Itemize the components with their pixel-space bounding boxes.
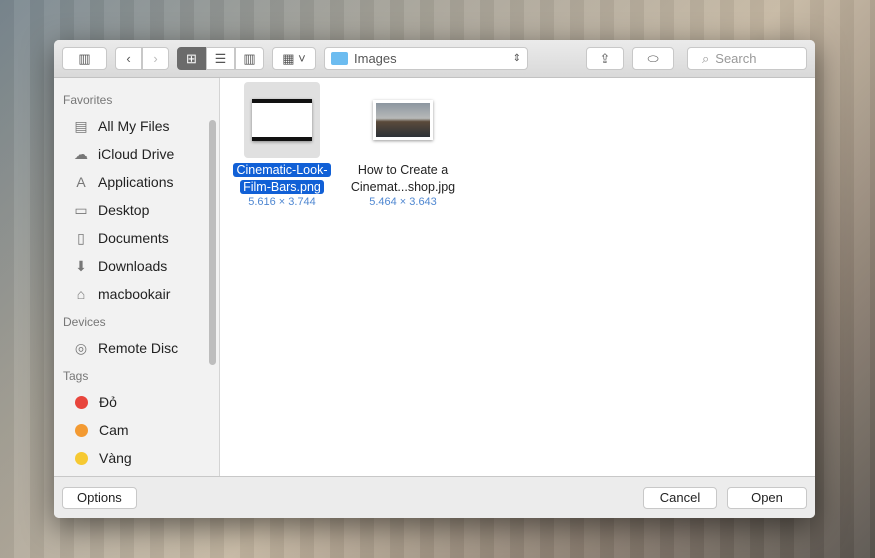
sidebar: Favorites ▤ All My Files ☁ iCloud Drive A App… [54,78,220,476]
search-field[interactable]: ⌕ Search [687,47,807,70]
sidebar-item-label: Applications [98,174,174,190]
sidebar-item-label: Desktop [98,202,150,218]
cancel-button[interactable]: Cancel [643,486,717,509]
sidebar-icon: ▥ [78,50,91,66]
file-item[interactable]: Cinematic-Look- Film-Bars.png 5.616 × 3.7… [223,82,341,208]
toolbar: ▥ ‹ › ⊞ ☰ ▥ ▦ ˅ Images ⇕ ⇪ ⬭ ⌕ Search [54,40,815,78]
open-file-dialog: ▥ ‹ › ⊞ ☰ ▥ ▦ ˅ Images ⇕ ⇪ ⬭ ⌕ Search Fav… [54,40,815,518]
sidebar-item-icon: ▤ [74,117,88,134]
file-item[interactable]: How to Create a Cinemat...shop.jpg 5.464 … [344,82,462,208]
list-view-button[interactable]: ☰ [206,47,235,70]
devices-header: Devices [63,315,106,329]
tag-button[interactable]: ⬭ [632,47,674,70]
sidebar-item-label: Vàng [99,450,132,466]
sidebar-item-icloud-drive[interactable]: ☁ iCloud Drive [54,140,219,168]
sidebar-item-desktop[interactable]: ▭ Desktop [54,196,219,224]
options-button[interactable]: Options [62,486,137,509]
sidebar-item-label: Remote Disc [98,340,179,356]
tags-header: Tags [63,369,89,383]
updown-chevron-icon: ⇕ [512,53,521,64]
view-mode-segment: ⊞ ☰ ▥ [177,47,264,70]
sidebar-item-label: macbookair [98,286,171,302]
sidebar-item-icon: ⬇ [75,257,87,274]
sidebar-item-label: Đỏ [99,394,117,410]
search-icon: ⌕ [702,50,710,66]
dialog-footer: Options Cancel Open [54,476,815,518]
file-name-line1: Cinematic-Look- [233,163,331,177]
sidebar-item-label: All My Files [98,118,170,134]
grid-icon: ⊞ [186,50,197,66]
sidebar-scrollbar[interactable] [209,120,216,365]
file-dimensions: 5.464 × 3.643 [369,196,437,208]
sidebar-item-all-my-files[interactable]: ▤ All My Files [54,112,219,140]
sidebar-item-icon: A [76,174,86,190]
sidebar-item-remote-disc[interactable]: ◎ Remote Disc [54,334,219,362]
folder-icon [331,52,348,65]
chevron-left-icon: ‹ [126,51,131,66]
sidebar-item-documents[interactable]: ▯ Documents [54,224,219,252]
share-icon: ⇪ [599,50,611,66]
tag-color-dot-icon [75,451,88,465]
icon-view-button[interactable]: ⊞ [177,47,206,70]
sidebar-item-cam[interactable]: Cam [54,416,219,444]
tag-icon: ⬭ [647,50,659,66]
sidebar-toggle-button[interactable]: ▥ [62,47,107,70]
nav-buttons: ‹ › [115,47,169,70]
sidebar-item-đỏ[interactable]: Đỏ [54,388,219,416]
sidebar-item-label: Cam [99,422,129,438]
file-browser: Cinematic-Look- Film-Bars.png 5.616 × 3.7… [220,78,815,476]
arrange-grid-icon: ▦ ˅ [282,50,306,66]
sidebar-item-label: iCloud Drive [98,146,175,162]
file-dimensions: 5.616 × 3.744 [248,196,316,208]
tag-color-dot-icon [75,395,88,409]
share-button[interactable]: ⇪ [586,47,624,70]
tag-color-dot-icon [75,423,88,437]
sidebar-item-icon: ▯ [77,229,85,246]
sidebar-item-icon: ▭ [74,201,88,218]
sidebar-item-vàng[interactable]: Vàng [54,444,219,472]
path-popup[interactable]: Images ⇕ [324,47,528,70]
list-icon: ☰ [214,50,227,66]
sidebar-item-downloads[interactable]: ⬇ Downloads [54,252,219,280]
chevron-right-icon: › [153,51,158,66]
sidebar-item-icon: ☁ [74,145,88,162]
open-button[interactable]: Open [727,486,807,509]
file-name-line2: Film-Bars.png [240,180,324,194]
forward-button[interactable]: › [142,47,169,70]
back-button[interactable]: ‹ [115,47,142,70]
column-view-button[interactable]: ▥ [235,47,264,70]
favorites-header: Favorites [63,93,113,107]
sidebar-item-label: Downloads [98,258,168,274]
arrange-button[interactable]: ▦ ˅ [272,47,316,70]
path-label: Images [354,51,397,66]
file-name-line2: Cinemat...shop.jpg [350,180,456,194]
sidebar-item-icon: ◎ [74,339,88,356]
file-thumbnail [252,99,312,141]
sidebar-item-label: Documents [98,230,169,246]
search-placeholder: Search [715,51,757,66]
file-name-line1: How to Create a [357,163,449,177]
sidebar-item-macbookair[interactable]: ⌂ macbookair [54,280,219,308]
sidebar-item-icon: ⌂ [76,286,86,302]
sidebar-item-applications[interactable]: A Applications [54,168,219,196]
columns-icon: ▥ [243,50,256,66]
file-thumbnail [373,100,433,140]
